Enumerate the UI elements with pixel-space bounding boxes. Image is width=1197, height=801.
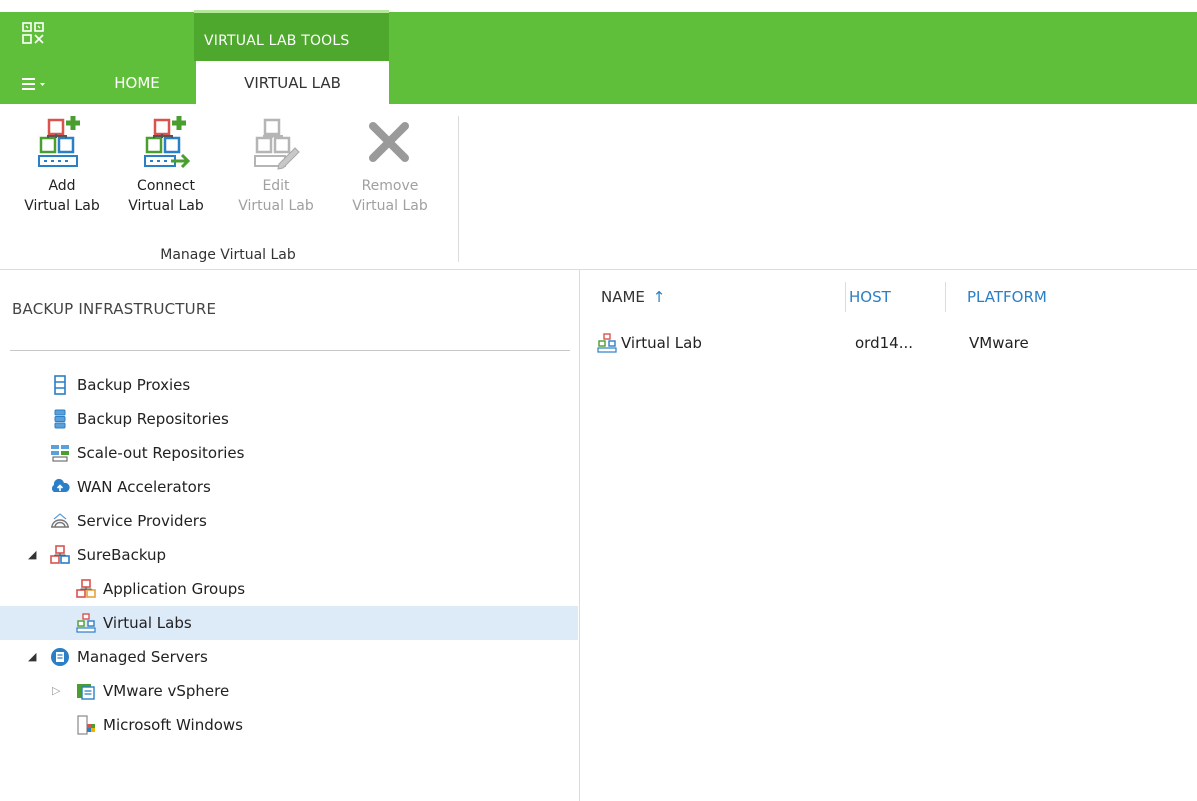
tree-item-label: Managed Servers: [77, 648, 208, 666]
ribbon-tab-strip: [0, 12, 1197, 104]
tab-home[interactable]: HOME: [100, 61, 174, 104]
tab-home-label: HOME: [114, 73, 160, 92]
connect-virtual-lab-icon: [144, 116, 191, 169]
tree-item-label: Backup Proxies: [77, 376, 191, 394]
tab-virtual-lab-label: VIRTUAL LAB: [244, 73, 341, 92]
tree-item-backup-proxies[interactable]: Backup Proxies: [0, 368, 578, 402]
remove-virtual-lab-line2: Virtual Lab: [352, 198, 428, 214]
title-bar: VIRTUAL LAB TOOLS HOME VIRTUAL LAB: [0, 0, 1197, 104]
tree-item-label: Scale-out Repositories: [77, 444, 245, 462]
database-icon: [54, 409, 66, 429]
tree-item-scale-out-repositories[interactable]: Scale-out Repositories: [0, 436, 578, 470]
context-tab-group: VIRTUAL LAB TOOLS: [194, 10, 389, 61]
cell-name: Virtual Lab: [621, 334, 702, 352]
tree-item-surebackup[interactable]: ◢ SureBackup: [0, 538, 578, 572]
add-virtual-lab-line2: Virtual Lab: [24, 198, 100, 214]
cell-host: ord14...: [855, 334, 913, 352]
tree-item-microsoft-windows[interactable]: Microsoft Windows: [0, 708, 578, 742]
edit-virtual-lab-line2: Virtual Lab: [238, 198, 314, 214]
tree-item-managed-servers[interactable]: ◢ Managed Servers: [0, 640, 578, 674]
nav-divider: [10, 350, 570, 351]
add-virtual-lab-icon: [38, 116, 80, 167]
tree-item-label: WAN Accelerators: [77, 478, 211, 496]
tree-item-service-providers[interactable]: Service Providers: [0, 504, 578, 538]
tree-item-backup-repositories[interactable]: Backup Repositories: [0, 402, 578, 436]
sort-ascending-icon: ↑: [652, 288, 666, 306]
remove-virtual-lab-button[interactable]: Remove Virtual Lab: [344, 114, 436, 234]
application-group-icon: [76, 579, 96, 598]
main-menu-button[interactable]: [20, 74, 60, 98]
tree-item-label: Backup Repositories: [77, 410, 229, 428]
tree-item-label: Application Groups: [103, 580, 246, 598]
surebackup-icon: [50, 545, 70, 564]
tree-item-virtual-labs[interactable]: Virtual Labs: [0, 606, 578, 640]
cell-platform: VMware: [969, 334, 1029, 352]
connect-virtual-lab-line2: Virtual Lab: [128, 198, 204, 214]
column-header-name-label: NAME: [601, 288, 645, 306]
expanded-arrow-icon[interactable]: ◢: [28, 650, 36, 663]
tree-item-label: Service Providers: [77, 512, 207, 530]
expanded-arrow-icon[interactable]: ◢: [28, 548, 36, 561]
virtual-lab-icon: [597, 333, 617, 353]
connect-virtual-lab-button[interactable]: Connect Virtual Lab: [120, 114, 212, 234]
remove-icon: [369, 122, 409, 162]
ribbon-group-separator: [458, 116, 459, 262]
ribbon: Add Virtual Lab Connect Virtual Lab Edit…: [0, 104, 1197, 270]
app-logo-icon: [22, 22, 44, 44]
edit-virtual-lab-icon: [254, 118, 300, 170]
scale-out-repository-icon: [51, 445, 69, 462]
column-header-name[interactable]: NAME ↑: [601, 288, 665, 306]
vmware-vsphere-icon: [77, 684, 95, 700]
virtual-labs-list: NAME ↑ HOST PLATFORM Virtual Lab ord14..…: [581, 270, 1197, 801]
edit-virtual-lab-button[interactable]: Edit Virtual Lab: [230, 114, 322, 234]
tree-item-vmware-vsphere[interactable]: ▷ VMware vSphere: [0, 674, 578, 708]
column-header-platform[interactable]: PLATFORM: [967, 288, 1047, 306]
managed-servers-icon: [51, 648, 69, 666]
hamburger-icon: [22, 78, 45, 90]
context-tab-group-label: VIRTUAL LAB TOOLS: [204, 33, 350, 49]
tree-item-wan-accelerators[interactable]: WAN Accelerators: [0, 470, 578, 504]
connect-virtual-lab-line1: Connect: [137, 178, 195, 194]
nav-title: BACKUP INFRASTRUCTURE: [12, 300, 217, 318]
remove-virtual-lab-line1: Remove: [361, 178, 419, 194]
tree-item-label: VMware vSphere: [103, 682, 230, 700]
server-icon: [54, 375, 66, 395]
add-virtual-lab-line1: Add: [48, 178, 76, 194]
column-separator[interactable]: [845, 282, 846, 312]
virtual-lab-icon: [76, 613, 96, 633]
tree-item-application-groups[interactable]: Application Groups: [0, 572, 578, 606]
navigation-pane: BACKUP INFRASTRUCTURE Backup Proxies Bac…: [0, 270, 580, 801]
column-separator[interactable]: [945, 282, 946, 312]
collapsed-arrow-icon[interactable]: ▷: [52, 684, 60, 697]
tree-item-label: SureBackup: [77, 546, 167, 564]
tree-item-label: Virtual Labs: [103, 614, 192, 632]
ribbon-group-label: Manage Virtual Lab: [160, 247, 296, 263]
tree-item-label: Microsoft Windows: [103, 716, 243, 734]
edit-virtual-lab-line1: Edit: [262, 178, 290, 194]
cloud-upload-icon: [51, 478, 70, 492]
tab-virtual-lab[interactable]: VIRTUAL LAB: [196, 61, 389, 104]
service-provider-icon: [51, 513, 69, 528]
table-row[interactable]: Virtual Lab ord14... VMware: [595, 326, 1185, 360]
add-virtual-lab-button[interactable]: Add Virtual Lab: [16, 114, 108, 234]
column-header-host[interactable]: HOST: [849, 288, 891, 306]
windows-icon: [77, 715, 95, 735]
